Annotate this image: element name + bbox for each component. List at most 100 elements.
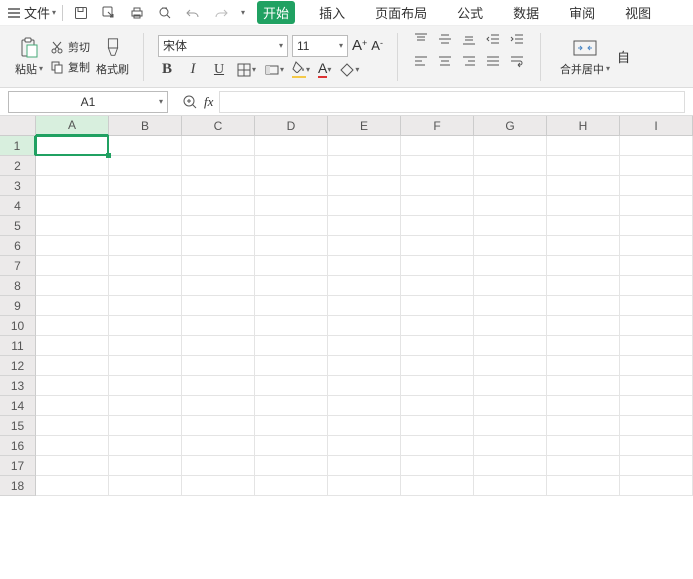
cell[interactable]	[36, 356, 109, 376]
cell[interactable]	[109, 456, 182, 476]
cell[interactable]	[401, 256, 474, 276]
cell[interactable]	[474, 136, 547, 156]
effects-button[interactable]: ▾	[339, 62, 359, 78]
cell[interactable]	[36, 436, 109, 456]
cell[interactable]	[328, 336, 401, 356]
cell[interactable]	[182, 436, 255, 456]
paste-button[interactable]: 粘贴▾	[12, 37, 46, 77]
cell[interactable]	[620, 336, 693, 356]
align-middle-button[interactable]	[436, 30, 454, 48]
cell[interactable]	[620, 476, 693, 496]
font-size-select[interactable]: 11 ▾	[292, 35, 348, 57]
cell[interactable]	[474, 336, 547, 356]
cell[interactable]	[109, 396, 182, 416]
cell[interactable]	[255, 316, 328, 336]
row-header[interactable]: 11	[0, 336, 36, 356]
cell[interactable]	[255, 476, 328, 496]
cell[interactable]	[620, 396, 693, 416]
cell[interactable]	[547, 156, 620, 176]
column-header[interactable]: D	[255, 116, 328, 136]
row-header[interactable]: 15	[0, 416, 36, 436]
grow-font-button[interactable]: A+	[352, 37, 367, 54]
cell[interactable]	[109, 416, 182, 436]
cell[interactable]	[36, 136, 109, 156]
cell[interactable]	[109, 256, 182, 276]
cell[interactable]	[182, 276, 255, 296]
cell[interactable]	[547, 216, 620, 236]
cell[interactable]	[328, 416, 401, 436]
cell[interactable]	[547, 196, 620, 216]
row-header[interactable]: 6	[0, 236, 36, 256]
cell[interactable]	[109, 336, 182, 356]
cell[interactable]	[474, 196, 547, 216]
cell[interactable]	[547, 376, 620, 396]
align-bottom-button[interactable]	[460, 30, 478, 48]
fx-label[interactable]: fx	[204, 94, 213, 110]
merge-center-button[interactable]: 合并居中▾	[555, 37, 615, 77]
cell[interactable]	[328, 276, 401, 296]
row-header[interactable]: 17	[0, 456, 36, 476]
cell[interactable]	[109, 476, 182, 496]
tab-formulas[interactable]: 公式	[451, 1, 489, 24]
cell[interactable]	[401, 376, 474, 396]
cell[interactable]	[547, 176, 620, 196]
row-header[interactable]: 4	[0, 196, 36, 216]
cell[interactable]	[620, 316, 693, 336]
cell-style-button[interactable]: ▾	[264, 62, 284, 78]
cell[interactable]	[401, 236, 474, 256]
cell[interactable]	[328, 136, 401, 156]
cell[interactable]	[401, 296, 474, 316]
cell[interactable]	[474, 256, 547, 276]
cell[interactable]	[109, 276, 182, 296]
cell[interactable]	[547, 476, 620, 496]
cell[interactable]	[401, 216, 474, 236]
cell[interactable]	[36, 316, 109, 336]
tab-start[interactable]: 开始	[257, 1, 295, 24]
cell[interactable]	[109, 376, 182, 396]
align-right-button[interactable]	[460, 52, 478, 70]
cell[interactable]	[36, 476, 109, 496]
cell[interactable]	[328, 236, 401, 256]
cell[interactable]	[109, 356, 182, 376]
cell[interactable]	[620, 136, 693, 156]
column-header[interactable]: F	[401, 116, 474, 136]
cell[interactable]	[182, 296, 255, 316]
cell[interactable]	[109, 236, 182, 256]
column-header[interactable]: C	[182, 116, 255, 136]
cell[interactable]	[36, 196, 109, 216]
auto-wrap-partial[interactable]: 自	[617, 47, 630, 66]
row-header[interactable]: 10	[0, 316, 36, 336]
cell[interactable]	[36, 396, 109, 416]
cell[interactable]	[255, 236, 328, 256]
cell[interactable]	[109, 196, 182, 216]
cell[interactable]	[182, 336, 255, 356]
cell[interactable]	[255, 176, 328, 196]
cell[interactable]	[328, 296, 401, 316]
cell[interactable]	[36, 156, 109, 176]
cell[interactable]	[547, 456, 620, 476]
wrap-text-button[interactable]	[508, 52, 526, 70]
formula-input[interactable]	[219, 91, 685, 113]
row-header[interactable]: 5	[0, 216, 36, 236]
cell[interactable]	[255, 196, 328, 216]
cell[interactable]	[328, 156, 401, 176]
font-color-button[interactable]: A ▾	[318, 61, 331, 78]
cell[interactable]	[474, 216, 547, 236]
cell[interactable]	[547, 296, 620, 316]
cell[interactable]	[620, 176, 693, 196]
cell[interactable]	[109, 436, 182, 456]
cell[interactable]	[36, 336, 109, 356]
cell[interactable]	[255, 136, 328, 156]
cell[interactable]	[547, 276, 620, 296]
cell[interactable]	[109, 176, 182, 196]
cell[interactable]	[401, 176, 474, 196]
cell[interactable]	[401, 336, 474, 356]
column-header[interactable]: I	[620, 116, 693, 136]
cell[interactable]	[401, 476, 474, 496]
tab-review[interactable]: 审阅	[563, 1, 601, 24]
tab-view[interactable]: 视图	[619, 1, 657, 24]
bold-button[interactable]: B	[158, 61, 176, 79]
cell[interactable]	[328, 476, 401, 496]
print-icon[interactable]	[129, 5, 145, 21]
cell[interactable]	[36, 276, 109, 296]
